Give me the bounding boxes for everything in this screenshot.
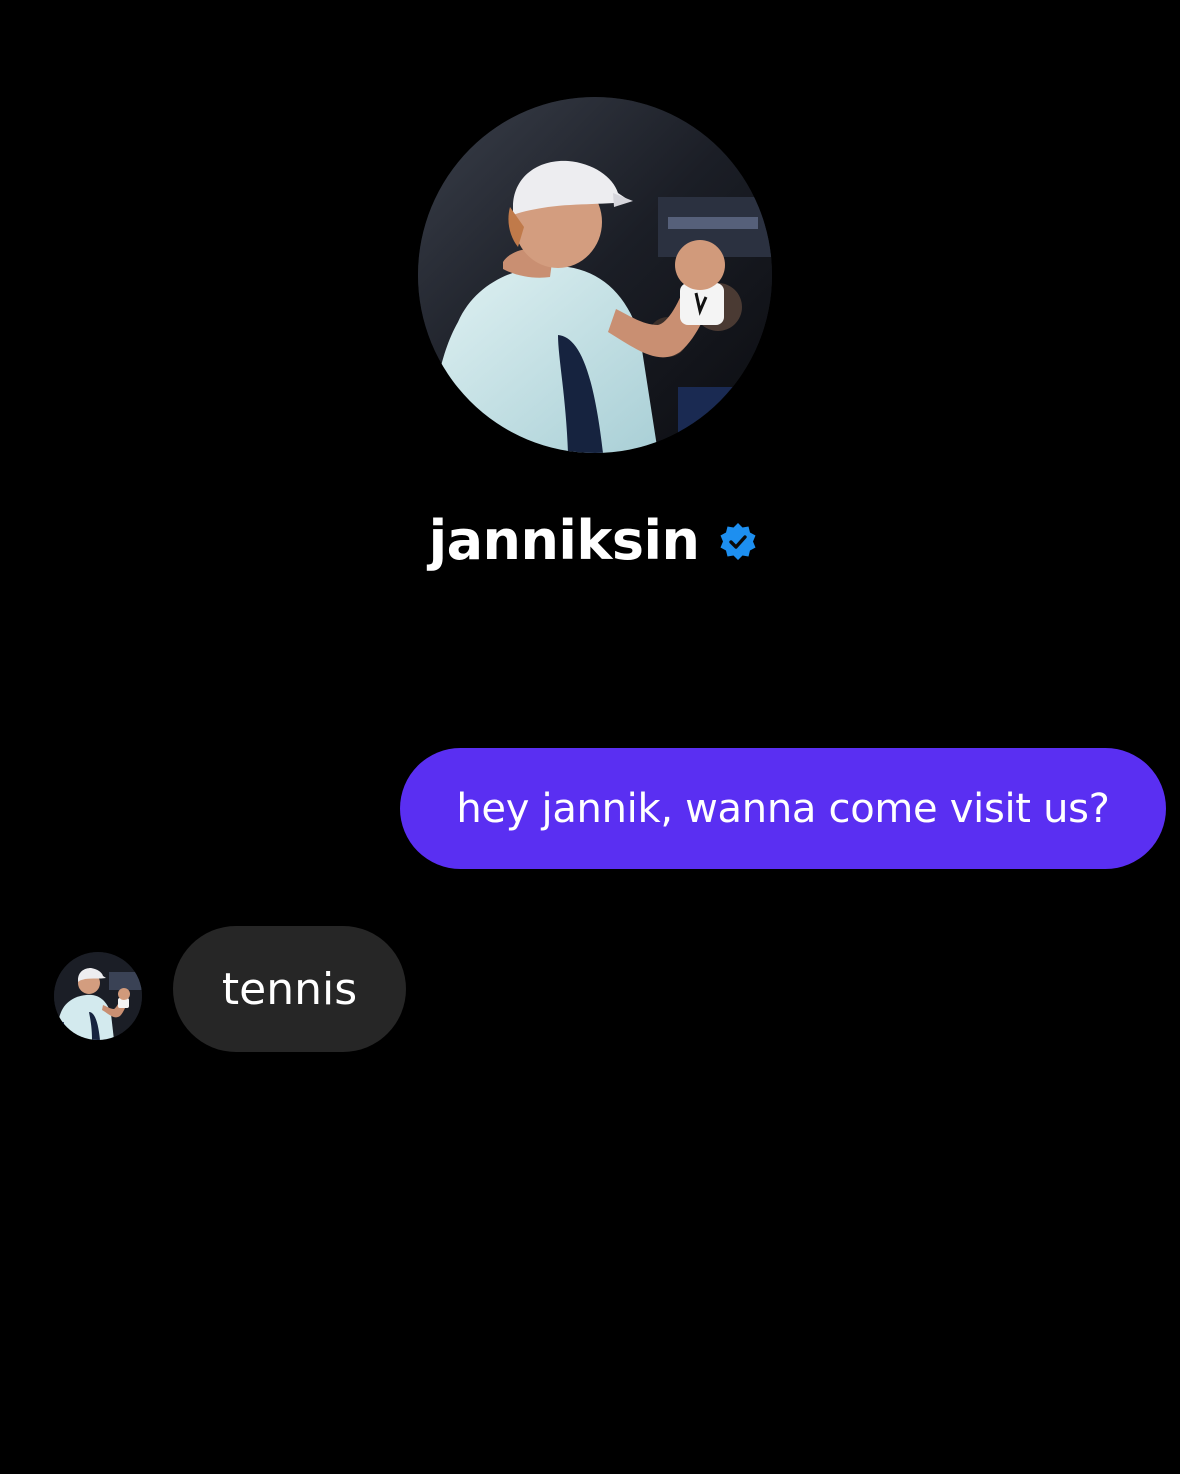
sender-avatar-photo: [54, 952, 142, 1040]
received-message-text: tennis: [221, 963, 358, 1015]
tennis-player-photo: [418, 97, 772, 453]
sender-avatar-icon[interactable]: [54, 952, 142, 1040]
profile-header: janniksin: [0, 498, 1180, 582]
sent-message-text: hey jannik, wanna come visit us?: [456, 785, 1110, 832]
profile-photo[interactable]: [418, 97, 772, 453]
received-message-bubble[interactable]: tennis: [173, 926, 406, 1052]
verified-badge-icon: [717, 521, 759, 563]
sent-message-bubble[interactable]: hey jannik, wanna come visit us?: [400, 748, 1166, 869]
username[interactable]: janniksin: [421, 509, 700, 572]
